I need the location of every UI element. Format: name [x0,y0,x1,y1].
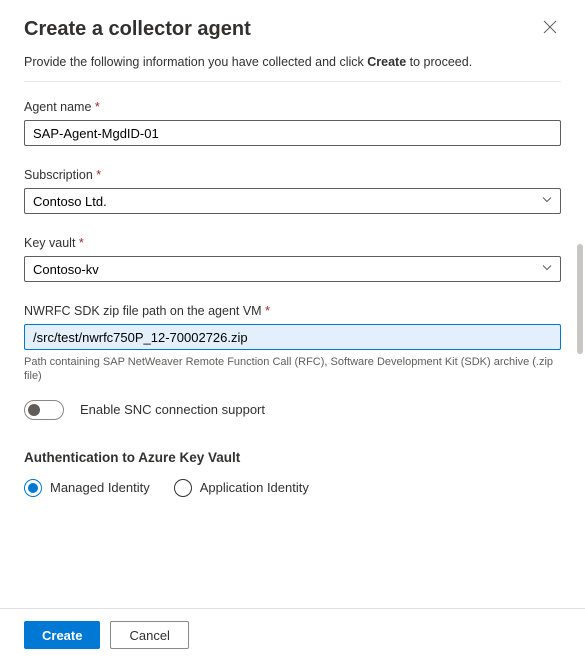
radio-circle-icon [174,479,192,497]
snc-toggle[interactable] [24,400,64,420]
cancel-button[interactable]: Cancel [110,621,188,649]
intro-text: Provide the following information you ha… [24,55,561,69]
agent-name-label: Agent name * [24,100,561,114]
close-icon[interactable] [539,18,561,39]
dialog-title: Create a collector agent [24,18,251,41]
toggle-knob [28,404,40,416]
radio-managed-identity[interactable]: Managed Identity [24,479,150,497]
scrollbar[interactable] [575,64,585,594]
sdk-path-input[interactable] [24,324,561,350]
radio-label: Managed Identity [50,480,150,495]
agent-name-input[interactable] [24,120,561,146]
subscription-select[interactable]: Contoso Ltd. [24,188,561,214]
sdk-path-label: NWRFC SDK zip file path on the agent VM … [24,304,561,318]
auth-section-title: Authentication to Azure Key Vault [24,450,561,465]
subscription-label: Subscription * [24,168,561,182]
radio-label: Application Identity [200,480,309,495]
sdk-path-helper: Path containing SAP NetWeaver Remote Fun… [24,355,561,384]
key-vault-select[interactable]: Contoso-kv [24,256,561,282]
create-button[interactable]: Create [24,621,100,649]
key-vault-label: Key vault * [24,236,561,250]
scroll-thumb[interactable] [577,244,583,354]
radio-circle-icon [24,479,42,497]
divider [24,81,561,82]
snc-toggle-label: Enable SNC connection support [80,402,265,417]
radio-application-identity[interactable]: Application Identity [174,479,309,497]
